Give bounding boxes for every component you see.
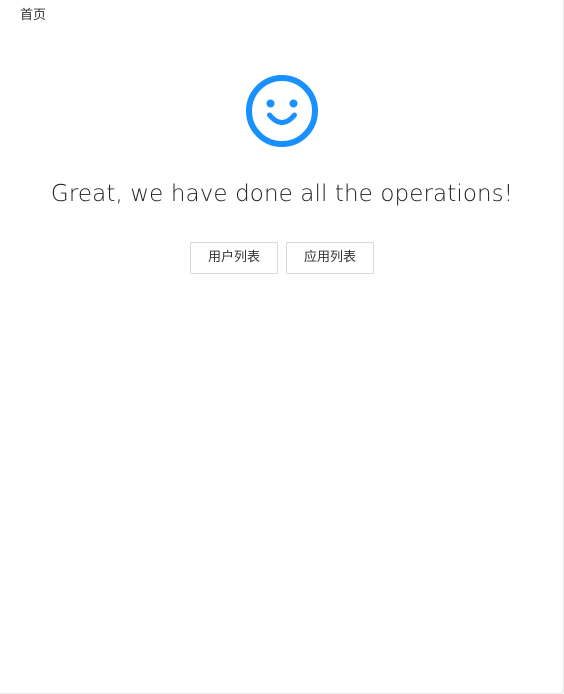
result-actions: 用户列表 应用列表 [0, 242, 564, 274]
smile-icon [246, 75, 318, 147]
breadcrumb-home-link[interactable]: 首页 [20, 8, 46, 23]
user-list-button[interactable]: 用户列表 [190, 242, 278, 274]
result-title: Great, we have done all the operations! [50, 181, 514, 207]
result-panel: Great, we have done all the operations! … [0, 74, 564, 274]
page-container: 首页 Great, we have done all the operation… [0, 0, 564, 694]
breadcrumb: 首页 [20, 6, 46, 26]
app-list-button[interactable]: 应用列表 [286, 242, 374, 274]
